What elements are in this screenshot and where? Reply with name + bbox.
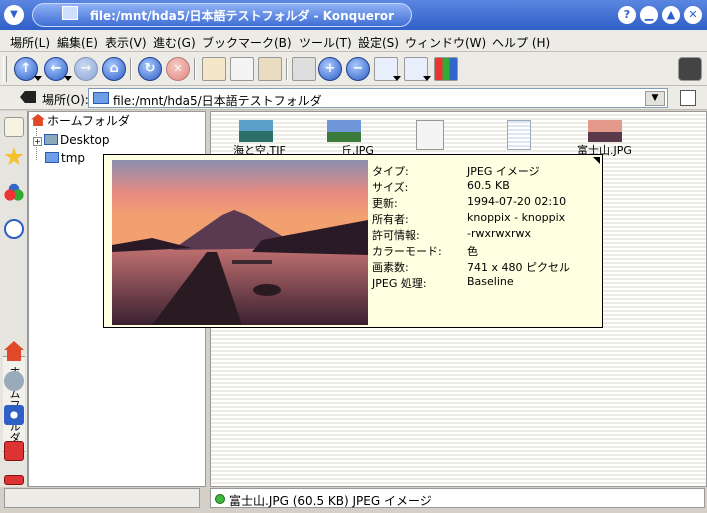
back-dropdown-icon[interactable] bbox=[64, 76, 72, 81]
menu-window[interactable]: ウィンドウ(W) bbox=[405, 34, 486, 51]
image-thumb-icon[interactable] bbox=[327, 120, 361, 142]
zoom-out-icon[interactable]: − bbox=[346, 57, 370, 81]
web-icon[interactable] bbox=[4, 405, 24, 425]
menu-tools[interactable]: ツール(T) bbox=[299, 34, 352, 51]
copy-icon[interactable] bbox=[230, 57, 254, 81]
tooltip-value: 1994-07-20 02:10 bbox=[467, 195, 567, 208]
network-icon[interactable] bbox=[4, 371, 24, 391]
toolbar-separator bbox=[286, 58, 288, 80]
window-title: file:/mnt/hda5/日本語テストフォルダ - Konqueror bbox=[90, 9, 395, 23]
tooltip-value: knoppix - knoppix bbox=[467, 211, 566, 224]
help-button[interactable]: ? bbox=[618, 6, 636, 24]
tooltip-value: Baseline bbox=[467, 275, 514, 288]
tooltip-key: 許可情報: bbox=[372, 229, 420, 242]
tooltip-key: JPEG 処理: bbox=[372, 277, 427, 290]
expand-icon[interactable]: + bbox=[33, 137, 42, 146]
status-bar: 富士山.JPG (60.5 KB) JPEG イメージ bbox=[210, 488, 705, 508]
image-preview bbox=[112, 160, 368, 325]
folder-icon bbox=[62, 6, 78, 20]
devices-icon[interactable] bbox=[4, 183, 24, 203]
menu-go[interactable]: 進む(G) bbox=[153, 34, 196, 51]
location-bar: 場所(O): file:/mnt/hda5/日本語テストフォルダ ▼ bbox=[0, 86, 707, 110]
tooltip-value: 741 x 480 ピクセル bbox=[467, 261, 570, 274]
menu-bookmarks[interactable]: ブックマーク(B) bbox=[202, 34, 292, 51]
home-icon[interactable]: ⌂ bbox=[102, 57, 126, 81]
sunset-image-icon bbox=[112, 160, 368, 325]
toolbar-separator bbox=[194, 58, 196, 80]
clear-location-icon[interactable] bbox=[20, 91, 36, 103]
tree-item-label: ホームフォルダ bbox=[47, 114, 130, 128]
tooltip-corner-icon bbox=[593, 157, 600, 164]
services-icon[interactable] bbox=[4, 441, 24, 461]
file-info-tooltip: タイプ: JPEG イメージ サイズ: 60.5 KB 更新: 1994-07-… bbox=[103, 154, 603, 328]
sidebar-config-icon[interactable] bbox=[4, 117, 24, 137]
tooltip-key: タイプ: bbox=[372, 165, 409, 178]
tooltip-value: -rwxrwxrwx bbox=[467, 227, 532, 240]
menu-edit[interactable]: 編集(E) bbox=[57, 34, 98, 51]
tree-item-desktop[interactable]: + Desktop bbox=[33, 132, 110, 148]
history-clock-icon[interactable] bbox=[4, 219, 24, 239]
bookmarks-star-icon[interactable] bbox=[4, 147, 24, 166]
title-bar[interactable]: ▼ file:/mnt/hda5/日本語テストフォルダ - Konqueror … bbox=[0, 0, 707, 30]
window-menu-button[interactable]: ▼ bbox=[4, 5, 24, 25]
folder-icon bbox=[93, 92, 109, 104]
status-indicator-icon[interactable] bbox=[215, 494, 225, 504]
location-input[interactable]: file:/mnt/hda5/日本語テストフォルダ ▼ bbox=[88, 88, 668, 108]
tree-item-tmp[interactable]: tmp bbox=[45, 150, 85, 166]
blank-doc-icon[interactable] bbox=[507, 120, 531, 150]
stop-icon[interactable]: ✕ bbox=[166, 57, 190, 81]
print-icon[interactable] bbox=[292, 57, 316, 81]
up-dropdown-icon[interactable] bbox=[34, 76, 42, 81]
go-icon[interactable] bbox=[680, 90, 696, 106]
tooltip-value: 60.5 KB bbox=[467, 179, 510, 192]
menu-view[interactable]: 表示(V) bbox=[105, 34, 147, 51]
desktop-icon bbox=[44, 134, 58, 145]
tooltip-key: カラーモード: bbox=[372, 245, 442, 258]
tree-item-home[interactable]: ホームフォルダ bbox=[31, 113, 130, 129]
main-toolbar: ↑ ← → ⌂ ↻ ✕ + − bbox=[0, 52, 707, 86]
toolbar-grip[interactable] bbox=[3, 56, 7, 82]
sidebar-tab-strip: ホームフォルダ bbox=[0, 111, 28, 487]
menu-location[interactable]: 場所(L) bbox=[10, 34, 50, 51]
maximize-button[interactable]: ▲ bbox=[662, 6, 680, 24]
menu-help[interactable]: ヘルプ (H) bbox=[492, 34, 550, 51]
home-icon bbox=[31, 114, 45, 126]
zoom-in-icon[interactable]: + bbox=[318, 57, 342, 81]
forward-icon[interactable]: → bbox=[74, 57, 98, 81]
image-thumb-icon[interactable] bbox=[588, 120, 622, 142]
minimize-button[interactable]: ▁ bbox=[640, 6, 658, 24]
location-label: 場所(O): bbox=[42, 93, 89, 107]
status-text: 富士山.JPG (60.5 KB) JPEG イメージ bbox=[229, 494, 432, 508]
sidebar-more-icon[interactable] bbox=[4, 475, 24, 485]
location-url[interactable]: file:/mnt/hda5/日本語テストフォルダ bbox=[113, 92, 322, 109]
location-dropdown-icon[interactable]: ▼ bbox=[645, 91, 665, 106]
tree-item-label: Desktop bbox=[60, 133, 110, 147]
sidebar-status-bar bbox=[4, 488, 200, 508]
tooltip-value: 色 bbox=[467, 245, 478, 258]
preview-icon[interactable] bbox=[434, 57, 458, 81]
tooltip-key: 所有者: bbox=[372, 213, 409, 226]
reload-icon[interactable]: ↻ bbox=[138, 57, 162, 81]
tooltip-key: 画素数: bbox=[372, 261, 409, 274]
menu-bar: 場所(L) 編集(E) 表示(V) 進む(G) ブックマーク(B) ツール(T)… bbox=[0, 30, 707, 52]
image-thumb-icon[interactable] bbox=[239, 120, 273, 142]
tree-item-label: tmp bbox=[61, 151, 86, 165]
paste-icon[interactable] bbox=[258, 57, 282, 81]
tooltip-key: サイズ: bbox=[372, 181, 409, 194]
home-folder-icon[interactable] bbox=[4, 341, 24, 361]
icon-view-dropdown-icon[interactable] bbox=[393, 76, 401, 81]
tooltip-key: 更新: bbox=[372, 197, 398, 210]
menu-settings[interactable]: 設定(S) bbox=[358, 34, 399, 51]
toolbar-separator bbox=[130, 58, 132, 80]
tooltip-value: JPEG イメージ bbox=[467, 165, 540, 178]
folder-icon bbox=[45, 152, 59, 163]
settings-icon[interactable] bbox=[678, 57, 702, 81]
text-doc-icon[interactable] bbox=[416, 120, 444, 150]
cut-icon[interactable] bbox=[202, 57, 226, 81]
tree-view-dropdown-icon[interactable] bbox=[423, 76, 431, 81]
close-button[interactable]: ✕ bbox=[684, 6, 702, 24]
